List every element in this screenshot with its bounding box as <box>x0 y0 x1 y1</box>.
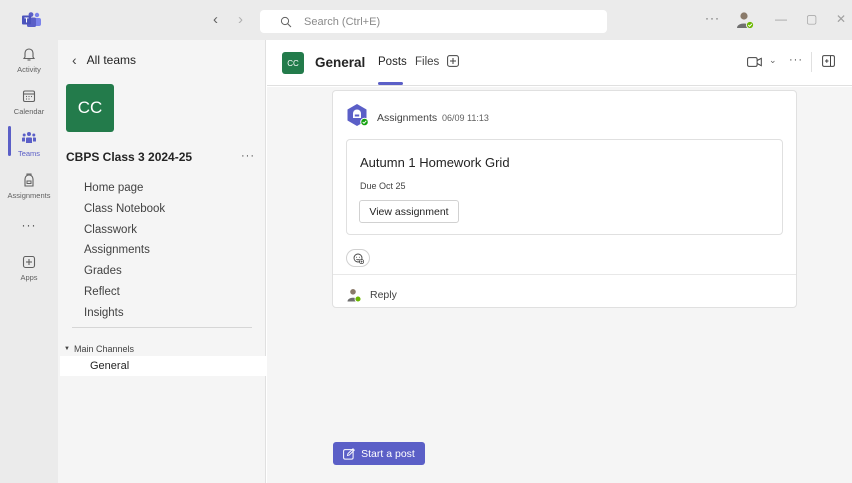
rail-item-teams[interactable]: Teams <box>0 130 58 170</box>
svg-text:T: T <box>24 18 29 25</box>
main-channels-toggle[interactable]: ▼ Main Channels <box>64 344 134 354</box>
rail-item-more[interactable]: ··· <box>0 218 58 258</box>
close-button[interactable]: ✕ <box>836 12 846 26</box>
assignment-card: Autumn 1 Homework Grid Due Oct 25 View a… <box>346 139 783 235</box>
assignment-due-date: Due Oct 25 <box>360 181 406 191</box>
team-tab-classwork[interactable]: Classwork <box>84 220 165 241</box>
forward-arrow-button[interactable]: › <box>238 11 243 28</box>
main-channels-label: Main Channels <box>73 344 134 354</box>
search-icon <box>280 16 292 27</box>
reply-label: Reply <box>370 289 397 301</box>
post-card: Assignments 06/09 11:13 Autumn 1 Homewor… <box>332 90 797 308</box>
post-timestamp: 06/09 11:13 <box>442 113 489 123</box>
team-tab-reflect[interactable]: Reflect <box>84 282 165 303</box>
channel-item-general[interactable]: General <box>60 356 266 376</box>
start-post-button[interactable]: Start a post <box>333 442 425 465</box>
team-tab-class-notebook[interactable]: Class Notebook <box>84 199 165 220</box>
calendar-icon <box>22 90 36 103</box>
side-panel-icon[interactable] <box>822 55 835 67</box>
tab-posts[interactable]: Posts <box>378 56 407 68</box>
emoji-add-icon <box>353 253 364 264</box>
video-camera-icon[interactable] <box>747 56 762 68</box>
add-reaction-button[interactable] <box>346 249 370 267</box>
search-input[interactable] <box>304 15 564 28</box>
user-avatar-icon <box>347 289 362 303</box>
minimize-button[interactable]: — <box>775 12 787 26</box>
chevron-down-icon[interactable]: ⌄ <box>769 55 777 66</box>
card-divider <box>333 274 796 275</box>
teams-icon <box>22 132 36 143</box>
sidebar-divider <box>72 327 252 328</box>
team-tab-insights[interactable]: Insights <box>84 303 165 324</box>
maximize-button[interactable]: ▢ <box>806 12 817 26</box>
view-assignment-button[interactable]: View assignment <box>359 200 459 223</box>
tab-files[interactable]: Files <box>415 56 439 68</box>
triangle-down-icon: ▼ <box>64 346 70 352</box>
plus-box-icon <box>22 255 36 269</box>
all-teams-button[interactable]: ‹ All teams <box>72 52 136 68</box>
teams-logo-icon: T <box>22 12 41 27</box>
team-avatar: CC <box>66 84 114 132</box>
rail-label: Assignments <box>7 191 51 200</box>
rail-label: Activity <box>17 65 41 74</box>
all-teams-label: All teams <box>86 53 137 67</box>
reply-button[interactable]: Reply <box>346 287 397 303</box>
bell-icon <box>22 48 36 61</box>
user-avatar-icon[interactable] <box>735 10 755 30</box>
back-arrow-button[interactable]: ‹ <box>213 11 218 28</box>
channel-more-button[interactable]: ··· <box>789 54 803 66</box>
post-author: Assignments <box>377 112 438 124</box>
header-separator <box>811 52 812 72</box>
compose-icon <box>343 447 356 460</box>
rail-item-assignments[interactable]: Assignments <box>0 172 58 212</box>
title-bar: T ‹ › ··· — ▢ ✕ <box>0 0 852 40</box>
posts-feed: Assignments 06/09 11:13 Autumn 1 Homewor… <box>267 87 852 483</box>
active-tab-underline <box>378 82 403 85</box>
channel-team-badge: CC <box>282 52 304 74</box>
add-tab-icon[interactable] <box>447 55 459 67</box>
team-more-button[interactable]: ··· <box>241 150 255 162</box>
start-post-label: Start a post <box>361 447 415 460</box>
more-icon: ··· <box>21 218 37 232</box>
team-name[interactable]: CBPS Class 3 2024-25 <box>66 150 192 164</box>
rail-label: Calendar <box>13 107 45 116</box>
team-tab-list: Home page Class Notebook Classwork Assig… <box>84 178 165 324</box>
channel-name: General <box>315 55 366 70</box>
team-tab-home-page[interactable]: Home page <box>84 178 165 199</box>
rail-item-apps[interactable]: Apps <box>0 254 58 294</box>
rail-item-activity[interactable]: Activity <box>0 46 58 86</box>
backpack-icon <box>24 173 34 187</box>
rail-item-calendar[interactable]: Calendar <box>0 88 58 128</box>
search-box[interactable] <box>260 10 607 33</box>
team-tab-assignments[interactable]: Assignments <box>84 240 165 261</box>
chevron-left-icon: ‹ <box>72 52 77 68</box>
app-rail: Activity Calendar Teams Assignments ··· … <box>0 40 58 483</box>
assignment-title: Autumn 1 Homework Grid <box>360 155 510 170</box>
rail-label: Apps <box>20 273 38 282</box>
assignments-app-icon <box>347 104 369 127</box>
channel-header: CC General Posts Files ⌄ ··· <box>267 40 852 86</box>
team-sidebar: ‹ All teams CC CBPS Class 3 2024-25 ··· … <box>58 40 266 483</box>
team-tab-grades[interactable]: Grades <box>84 261 165 282</box>
rail-label: Teams <box>17 149 41 158</box>
titlebar-more-button[interactable]: ··· <box>705 11 720 25</box>
